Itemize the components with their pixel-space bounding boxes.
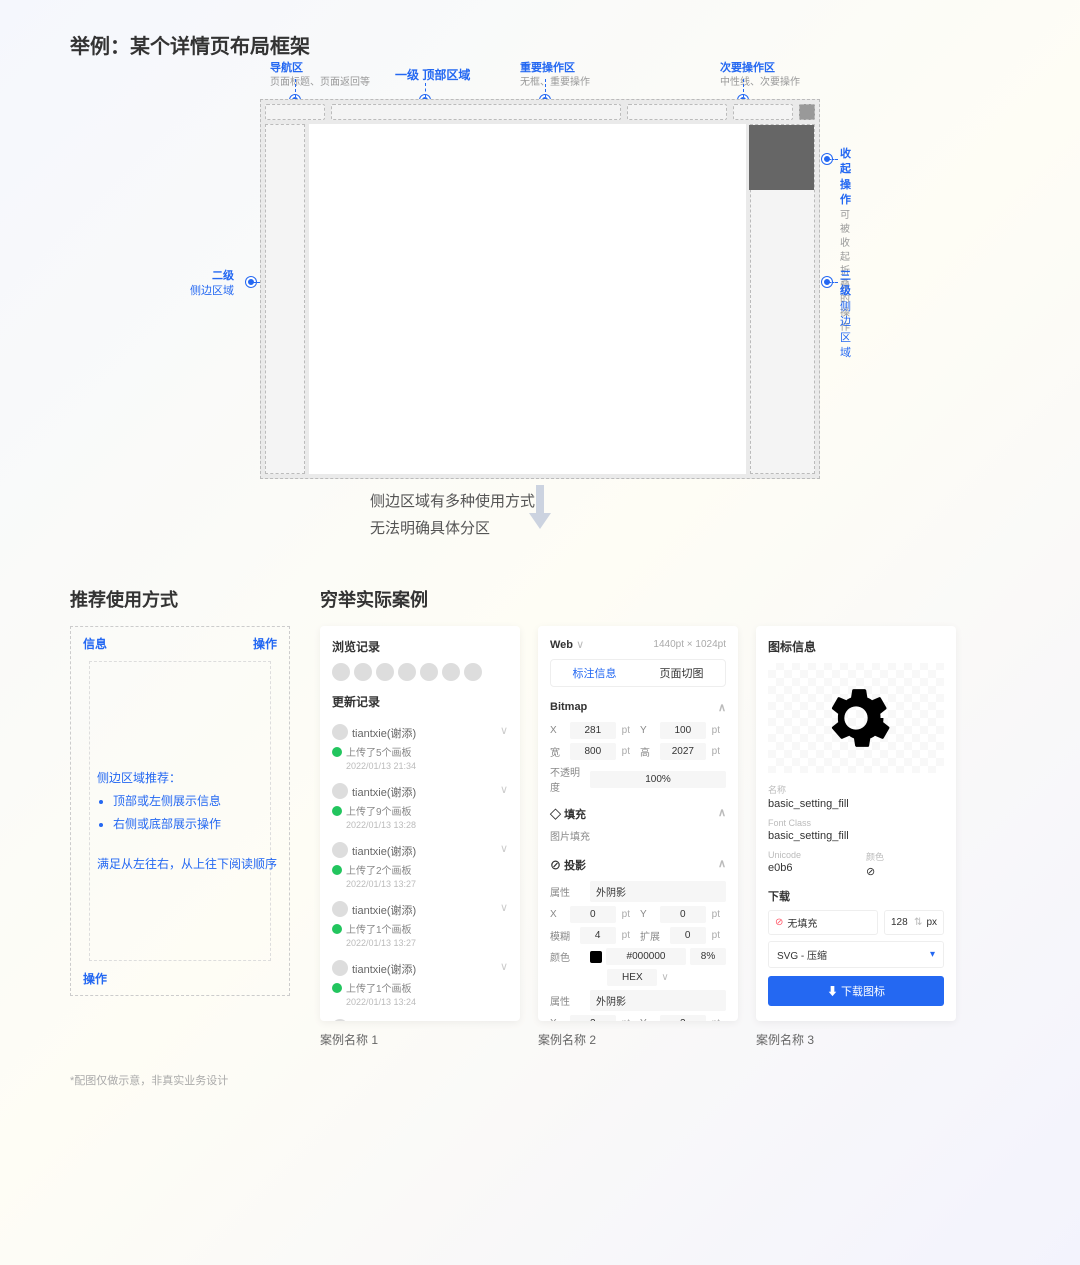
callout-sec: 次要操作区中性线、次要操作 xyxy=(720,61,800,90)
avatar xyxy=(332,724,348,740)
list-item[interactable]: ∨tiantxie(谢添)上传了1个画板2022/01/13 13:24 xyxy=(332,954,508,1013)
chevron-down-icon: ∨ xyxy=(500,842,508,855)
download-button[interactable]: ⬇ 下载图标 xyxy=(768,976,944,1006)
region-top xyxy=(331,104,621,120)
avatar xyxy=(332,783,348,799)
rec-label-op: 操作 xyxy=(253,635,277,652)
region-toggle xyxy=(799,104,815,120)
page-title: 举例：某个详情页布局框架 xyxy=(70,30,1010,59)
format-select[interactable]: SVG - 压缩▾ xyxy=(768,941,944,968)
chevron-up-icon: ∧ xyxy=(718,857,726,873)
callout-left: 二级侧边区域 xyxy=(190,269,234,300)
rec-diagram: 信息 操作 操作 侧边区域推荐： 顶部或左侧展示信息 右侧或底部展示操作 满足从… xyxy=(70,626,290,996)
size-input[interactable]: 128⇅px xyxy=(884,910,944,935)
example-card-3: 图标信息 名称 basic_setting_fill Font Class ba… xyxy=(756,626,956,1021)
region-nav xyxy=(265,104,325,120)
list-item[interactable]: ∨tiantxie(谢添)上传了1个画板2022/01/13 13:27 xyxy=(332,895,508,954)
region-sec-ops xyxy=(733,104,793,120)
rec-label-info: 信息 xyxy=(83,635,107,652)
gear-icon xyxy=(821,683,891,753)
avatar-row xyxy=(332,663,508,681)
callout-main: 重要操作区无框、重要操作 xyxy=(520,61,590,90)
tabs[interactable]: 标注信息页面切图 xyxy=(550,659,726,687)
callout-right: 三级侧边区域 xyxy=(840,269,851,361)
list-item[interactable]: ∨tiantxie(谢添)上传了1个画板2022/01/11 20:24 xyxy=(332,1013,508,1021)
avatar xyxy=(332,842,348,858)
chevron-up-icon: ∧ xyxy=(718,701,726,714)
rec-title: 推荐使用方式 xyxy=(70,586,290,612)
chevron-up-icon: ∧ xyxy=(718,806,726,822)
chevron-down-icon: ∨ xyxy=(500,1019,508,1021)
avatar xyxy=(332,901,348,917)
list-item[interactable]: ∨tiantxie(谢添)上传了2个画板2022/01/13 13:27 xyxy=(332,836,508,895)
chevron-down-icon: ∨ xyxy=(500,960,508,973)
example-card-2: Web ∨1440pt × 1024pt 标注信息页面切图 Bitmap∧ X2… xyxy=(538,626,738,1021)
callout-top: 一级 顶部区域 xyxy=(395,67,470,84)
arrow-caption: 侧边区域有多种使用方式 无法明确具体分区 xyxy=(370,488,1010,542)
layout-diagram: 导航区页面标题、页面返回等 一级 顶部区域 重要操作区无框、重要操作 次要操作区… xyxy=(260,99,820,479)
list-item[interactable]: ∨tiantxie(谢添)上传了9个画板2022/01/13 13:28 xyxy=(332,777,508,836)
list-item[interactable]: ∨tiantxie(谢添)上传了5个画板2022/01/13 21:34 xyxy=(332,718,508,777)
region-content xyxy=(309,124,746,474)
region-main-ops xyxy=(627,104,727,120)
no-fill-icon: ⊘ xyxy=(866,865,944,878)
chevron-down-icon: ∨ xyxy=(500,724,508,737)
footnote: *配图仅做示意，非真实业务设计 xyxy=(70,1072,1010,1088)
region-sidebar-right xyxy=(750,124,815,474)
region-sidebar-left xyxy=(265,124,305,474)
download-icon: ⬇ xyxy=(827,986,838,998)
chevron-down-icon: ▾ xyxy=(930,949,935,960)
fill-select[interactable]: ⊘无填充 xyxy=(768,910,878,935)
avatar xyxy=(332,960,348,976)
callout-nav: 导航区页面标题、页面返回等 xyxy=(270,61,370,90)
chevron-down-icon: ∨ xyxy=(500,901,508,914)
icon-preview xyxy=(768,663,944,773)
examples-title: 穷举实际案例 xyxy=(320,586,1010,612)
example-card-1: 浏览记录 更新记录 ∨tiantxie(谢添)上传了5个画板2022/01/13… xyxy=(320,626,520,1021)
avatar xyxy=(332,1019,348,1021)
region-collapse-panel xyxy=(749,125,814,190)
chevron-down-icon: ∨ xyxy=(500,783,508,796)
rec-label-op: 操作 xyxy=(83,970,107,987)
